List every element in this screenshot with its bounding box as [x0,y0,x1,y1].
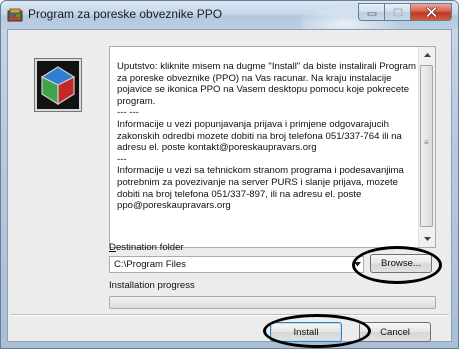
minimize-icon [367,12,376,16]
footer-separator [10,314,449,316]
arrow-up-icon [423,53,431,57]
browse-button[interactable]: Browse... [370,254,432,273]
title-bar[interactable]: Program za poreske obveznike PPO [1,1,458,29]
contact-info-paragraph: Informacije u vezi popunjavanja prijava … [117,118,402,154]
instructions-text: Uputstvo: kliknite misem na dugme "Insta… [117,61,419,212]
destination-folder-input[interactable]: C:\Program Files [109,256,364,273]
destination-folder-label: Destination folder [109,242,184,253]
contact-divider: --- [117,153,127,165]
instructions-panel[interactable]: Uputstvo: kliknite misem na dugme "Insta… [109,46,436,248]
ppo-logo [35,59,81,111]
caption-buttons [358,3,452,21]
installation-progress-label: Installation progress [109,280,195,291]
maximize-icon [392,7,403,17]
minimize-button[interactable] [358,3,384,21]
instructions-divider: --- --- [117,107,139,119]
maximize-button[interactable] [384,3,410,21]
cancel-button[interactable]: Cancel [359,322,431,342]
destination-label-text: estination folder [115,242,184,253]
install-button[interactable]: Install [270,322,342,342]
installation-progress-bar [109,296,436,309]
destination-folder-value: C:\Program Files [114,259,186,270]
instructions-paragraph: Uputstvo: kliknite misem na dugme "Insta… [117,61,417,107]
close-icon [425,7,437,17]
scroll-grip-icon: ≡ [424,138,429,147]
installer-body: Uputstvo: kliknite misem na dugme "Insta… [7,29,452,342]
scroll-up-button[interactable] [419,47,435,63]
technical-info-paragraph: Informacije u vezi sa tehnickom stranom … [117,165,404,212]
close-button[interactable] [410,3,452,21]
window-title: Program za poreske obveznike PPO [28,7,223,21]
cube-logo-icon [40,66,76,106]
scroll-down-button[interactable] [419,231,435,247]
vertical-scrollbar[interactable]: ≡ [418,47,435,247]
dropdown-arrow-icon[interactable] [354,262,361,267]
destination-accelerator: D [109,242,116,253]
arrow-down-icon [423,237,431,241]
scroll-thumb[interactable]: ≡ [420,65,433,227]
installer-window: Program za poreske obveznike PPO Uputstv… [0,0,459,349]
app-icon [7,8,23,22]
